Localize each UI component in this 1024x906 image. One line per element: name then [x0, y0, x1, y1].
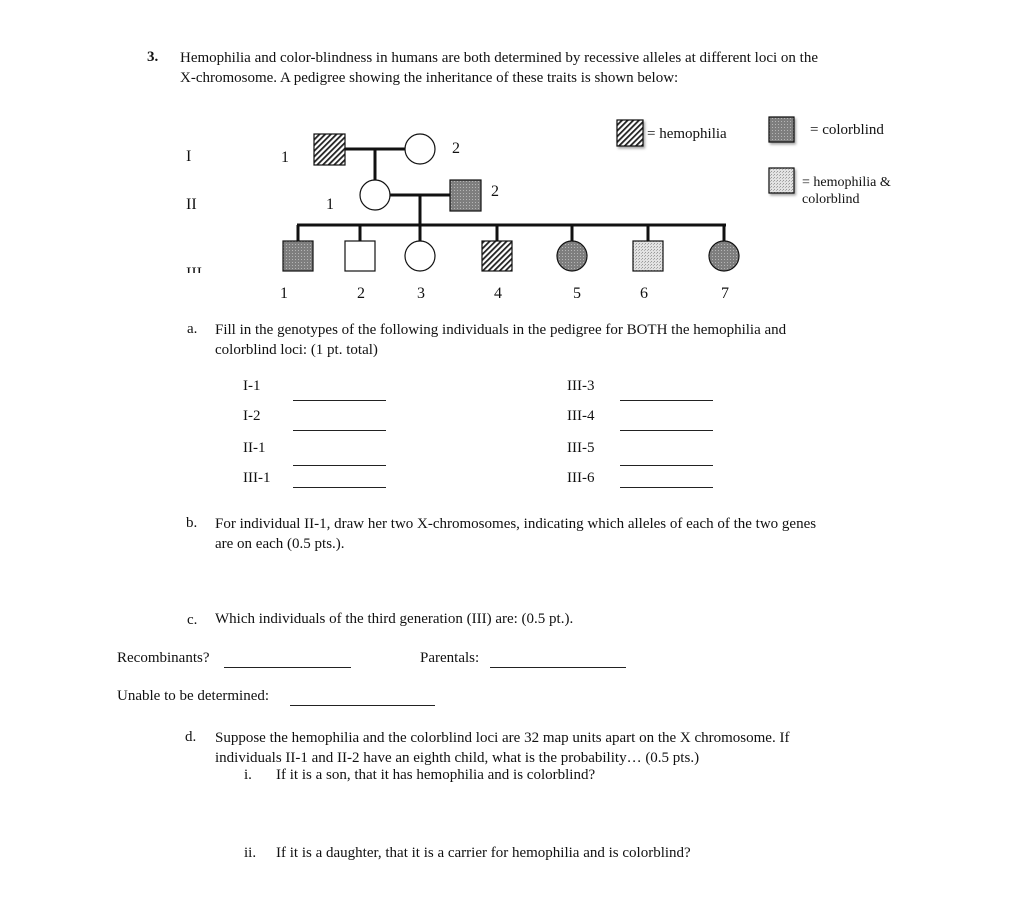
part-d-line-1: Suppose the hemophilia and the colorblin… [215, 730, 790, 746]
legend-colorblind-label: = colorblind [810, 122, 884, 138]
number-I-1: 1 [281, 149, 289, 166]
undetermined-label: Unable to be determined: [117, 688, 270, 704]
part-c-prompt: Which individuals of the third generatio… [215, 611, 574, 627]
legend-hemophilia-label: = hemophilia [647, 126, 727, 142]
genotype-field-II-1[interactable] [293, 464, 386, 466]
part-a-prompt: Fill in the genotypes of the following i… [215, 320, 786, 360]
legend-both-line-2: colorblind [802, 192, 860, 207]
individual-II-1 [359, 179, 391, 211]
part-d-letter: d. [185, 729, 197, 745]
number-II-2: 2 [491, 183, 499, 200]
recombinants-label: Recombinants? [117, 650, 210, 666]
individual-III-7 [708, 240, 740, 272]
individual-III-1 [282, 240, 314, 272]
genotype-label-III-4: III-4 [567, 408, 595, 424]
legend-both-swatch [768, 167, 795, 194]
undetermined-answer-field[interactable] [290, 704, 435, 706]
legend-both-line-1: = hemophilia & [802, 175, 891, 190]
recombinants-answer-field[interactable] [224, 666, 351, 668]
number-I-2: 2 [452, 140, 460, 157]
genotype-field-III-5[interactable] [620, 464, 713, 466]
legend-both-label: = hemophilia & colorblind [802, 174, 891, 208]
part-d-i-number: i. [244, 767, 252, 783]
genotype-field-I-2[interactable] [293, 429, 386, 431]
number-II-1: 1 [326, 196, 334, 213]
pedigree-diagram [282, 116, 795, 272]
number-III-6: 6 [640, 285, 648, 302]
individual-I-2 [404, 133, 436, 165]
genotype-label-III-6: III-6 [567, 470, 595, 486]
number-III-2: 2 [357, 285, 365, 302]
part-d-prompt: Suppose the hemophilia and the colorblin… [215, 728, 789, 768]
number-III-3: 3 [417, 285, 425, 302]
genotype-field-III-6[interactable] [620, 486, 713, 488]
part-a-line-1: Fill in the genotypes of the following i… [215, 322, 787, 338]
part-d-ii-text: If it is a daughter, that it is a carrie… [276, 845, 691, 861]
generation-label-III-text: III [186, 266, 202, 273]
parentals-answer-field[interactable] [490, 666, 626, 668]
genotype-label-III-5: III-5 [567, 440, 595, 456]
number-III-7: 7 [721, 285, 729, 302]
number-III-4: 4 [494, 285, 502, 302]
genotype-label-I-1: I-1 [243, 378, 261, 394]
part-b-line-1: For individual II-1, draw her two X-chro… [215, 516, 817, 532]
legend-hemophilia-swatch [616, 119, 644, 147]
genotype-field-I-1[interactable] [293, 399, 386, 401]
individual-III-3 [404, 240, 436, 272]
number-III-5: 5 [573, 285, 581, 302]
number-III-1: 1 [280, 285, 288, 302]
generation-label-II: II [186, 196, 197, 213]
individual-III-6 [632, 240, 664, 272]
part-d-line-2: individuals II-1 and II-2 have an eighth… [215, 750, 700, 766]
part-c-letter: c. [187, 612, 198, 628]
generation-label-I: I [186, 148, 192, 165]
individual-III-4 [481, 240, 513, 272]
part-a-letter: a. [187, 321, 198, 337]
genotype-label-I-2: I-2 [243, 408, 261, 424]
individual-III-2 [344, 240, 376, 272]
genotype-label-II-1: II-1 [243, 440, 266, 456]
genotype-field-III-4[interactable] [620, 429, 713, 431]
part-d-ii-number: ii. [244, 845, 257, 861]
part-a-line-2: colorblind loci: (1 pt. total) [215, 342, 378, 358]
part-b-letter: b. [186, 515, 198, 531]
generation-label-III: III [186, 266, 202, 273]
individual-II-2 [449, 179, 482, 212]
genotype-field-III-1[interactable] [293, 486, 386, 488]
part-b-line-2: are on each (0.5 pts.). [215, 536, 345, 552]
parentals-label: Parentals: [420, 650, 480, 666]
genotype-label-III-1: III-1 [243, 470, 271, 486]
genotype-label-III-3: III-3 [567, 378, 595, 394]
genotype-field-III-3[interactable] [620, 399, 713, 401]
part-b-prompt: For individual II-1, draw her two X-chro… [215, 514, 816, 554]
legend-colorblind-swatch [768, 116, 795, 143]
individual-I-1 [313, 133, 346, 166]
individual-III-5 [556, 240, 588, 272]
part-d-i-text: If it is a son, that it has hemophilia a… [276, 767, 596, 783]
